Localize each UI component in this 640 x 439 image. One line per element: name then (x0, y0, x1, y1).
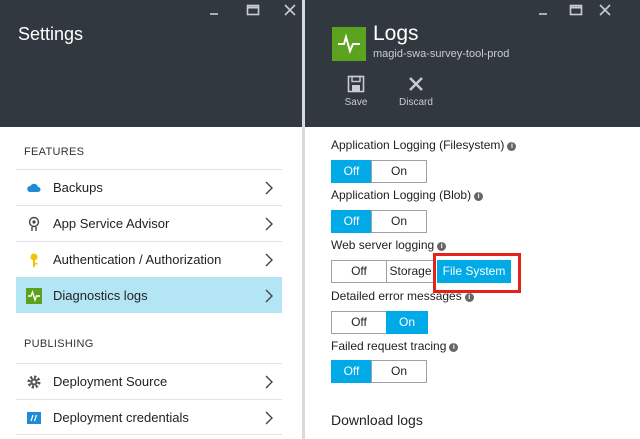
save-label: Save (344, 97, 368, 108)
option-on[interactable]: On (371, 360, 427, 383)
field-label-app-logging-blob: Application Logging (Blob) i (331, 188, 484, 202)
chevron-right-icon (265, 253, 273, 267)
save-button[interactable]: Save (331, 75, 381, 111)
diagnostics-app-icon (332, 27, 366, 61)
field-label-text: Detailed error messages (331, 289, 462, 303)
maximize-icon[interactable] (246, 3, 260, 17)
section-heading-features: FEATURES (24, 146, 85, 158)
key-icon (30, 253, 38, 267)
logs-header: Logs magid-swa-survey-tool-prod Save Dis… (305, 0, 640, 127)
info-icon[interactable]: i (449, 343, 459, 352)
settings-item-authentication[interactable]: Authentication / Authorization (16, 241, 282, 277)
option-off[interactable]: Off (331, 311, 387, 334)
field-label-failed-request-tracing: Failed request tracing i (331, 339, 459, 353)
close-icon[interactable] (598, 3, 612, 17)
settings-item-backups[interactable]: Backups (16, 169, 282, 205)
field-label-app-logging-filesystem: Application Logging (Filesystem) i (331, 138, 517, 152)
settings-header: Settings (0, 0, 305, 127)
chevron-right-icon (265, 181, 273, 195)
settings-item-label: Authentication / Authorization (53, 252, 222, 267)
settings-item-label: Diagnostics logs (53, 288, 148, 303)
field-label-text: Application Logging (Blob) (331, 188, 472, 202)
close-icon[interactable] (283, 3, 297, 17)
settings-item-label: Backups (53, 180, 103, 195)
toggle-app-logging-filesystem: Off On (331, 160, 427, 183)
toggle-detailed-error-messages: Off On (331, 311, 428, 334)
option-off[interactable]: Off (331, 360, 372, 383)
download-logs-heading: Download logs (331, 412, 423, 428)
chevron-right-icon (265, 411, 273, 425)
discard-icon (409, 77, 423, 91)
logs-title: Logs (373, 22, 419, 45)
settings-item-deployment-source[interactable]: Deployment Source (16, 363, 282, 399)
save-icon (347, 75, 365, 93)
option-off[interactable]: Off (331, 160, 372, 183)
toggle-failed-request-tracing: Off On (331, 360, 427, 383)
option-on[interactable]: On (371, 160, 427, 183)
option-storage[interactable]: Storage (386, 260, 435, 283)
azure-portal: Settings FEATURES Backups App Service Ad… (0, 0, 640, 439)
settings-title: Settings (18, 24, 84, 44)
maximize-icon[interactable] (569, 3, 583, 17)
chevron-right-icon (265, 289, 273, 303)
field-label-text: Web server logging (331, 238, 435, 252)
field-label-text: Application Logging (Filesystem) (331, 138, 505, 152)
minimize-icon[interactable] (207, 3, 221, 17)
info-icon[interactable]: i (507, 142, 517, 151)
section-heading-publishing: PUBLISHING (24, 338, 94, 350)
credentials-icon (27, 412, 41, 424)
cloud-backup-icon (27, 183, 41, 192)
option-on[interactable]: On (371, 210, 427, 233)
settings-item-label: App Service Advisor (53, 216, 170, 231)
gear-icon (27, 375, 41, 389)
discard-label: Discard (399, 97, 433, 108)
info-icon[interactable]: i (437, 242, 447, 251)
settings-blade: Settings FEATURES Backups App Service Ad… (0, 0, 305, 439)
toggle-app-logging-blob: Off On (331, 210, 427, 233)
chevron-right-icon (265, 375, 273, 389)
settings-item-deployment-credentials[interactable]: Deployment credentials (16, 399, 282, 435)
minimize-icon[interactable] (536, 3, 550, 17)
chevron-right-icon (265, 217, 273, 231)
logs-blade: Logs magid-swa-survey-tool-prod Save Dis… (305, 0, 640, 439)
info-icon[interactable]: i (464, 293, 474, 302)
option-off[interactable]: Off (331, 260, 387, 283)
field-label-web-server-logging: Web server logging i (331, 238, 447, 252)
highlight-box (433, 253, 521, 293)
diagnostics-icon (26, 288, 42, 304)
settings-item-diagnostics-logs[interactable]: Diagnostics logs (16, 277, 282, 313)
option-on[interactable]: On (386, 311, 428, 334)
field-label-text: Failed request tracing (331, 339, 447, 353)
settings-item-label: Deployment Source (53, 374, 168, 389)
option-off[interactable]: Off (331, 210, 372, 233)
field-label-detailed-error-messages: Detailed error messages i (331, 289, 474, 303)
settings-item-app-service-advisor[interactable]: App Service Advisor (16, 205, 282, 241)
settings-item-label: Deployment credentials (53, 410, 189, 425)
advisor-icon (28, 216, 40, 231)
logs-subtitle: magid-swa-survey-tool-prod (373, 48, 510, 60)
info-icon[interactable]: i (474, 192, 484, 201)
discard-button[interactable]: Discard (391, 75, 441, 111)
